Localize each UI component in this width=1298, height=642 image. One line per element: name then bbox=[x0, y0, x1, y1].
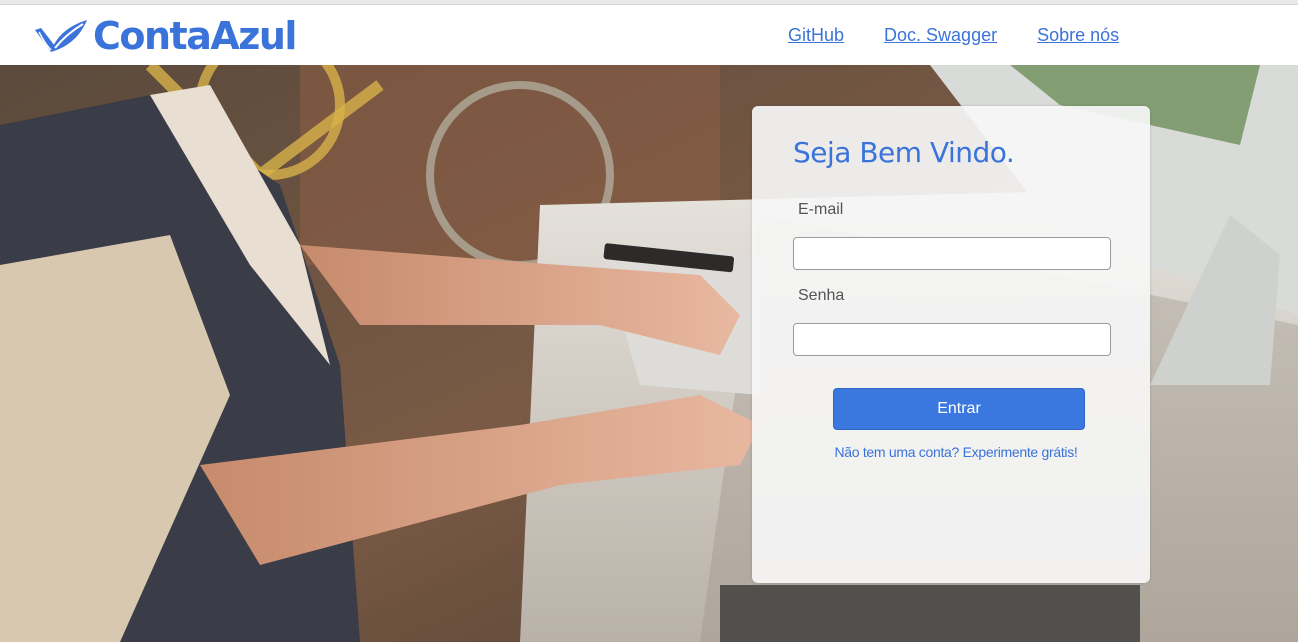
nav-link-github[interactable]: GitHub bbox=[788, 25, 844, 46]
leaf-check-icon bbox=[35, 20, 87, 52]
brand-name: ContaAzul bbox=[93, 14, 297, 58]
email-label: E-mail bbox=[798, 201, 844, 218]
nav-links: GitHub Doc. Swagger Sobre nós bbox=[788, 5, 1159, 65]
navbar: ContaAzul GitHub Doc. Swagger Sobre nós bbox=[0, 5, 1298, 65]
login-card: Seja Bem Vindo. E-mail Senha Entrar Não … bbox=[752, 106, 1150, 583]
signup-link[interactable]: Não tem uma conta? Experimente grátis! bbox=[752, 444, 1160, 460]
nav-link-sobre-nos[interactable]: Sobre nós bbox=[1037, 25, 1119, 46]
nav-link-doc-swagger[interactable]: Doc. Swagger bbox=[884, 25, 997, 46]
brand-logo[interactable]: ContaAzul bbox=[33, 13, 297, 59]
login-title: Seja Bem Vindo. bbox=[793, 136, 1015, 169]
submit-button[interactable]: Entrar bbox=[833, 388, 1085, 430]
password-field[interactable] bbox=[793, 323, 1111, 356]
email-field[interactable] bbox=[793, 237, 1111, 270]
page: ContaAzul GitHub Doc. Swagger Sobre nós bbox=[0, 0, 1298, 642]
password-label: Senha bbox=[798, 287, 845, 304]
